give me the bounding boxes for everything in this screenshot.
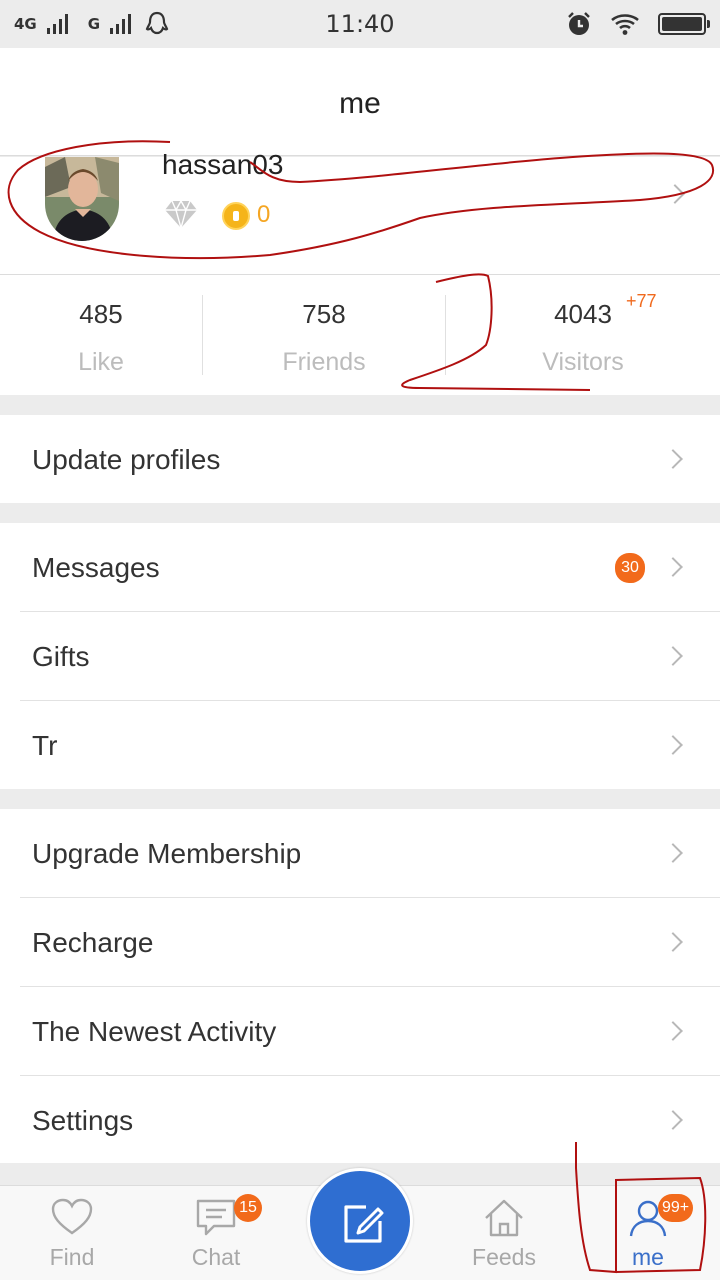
chat-badge: 15 xyxy=(234,1194,262,1222)
me-badge: 99+ xyxy=(658,1194,694,1222)
menu-item-upgrade-membership[interactable]: Upgrade Membership xyxy=(20,809,720,898)
compose-icon xyxy=(344,1205,384,1243)
profile-card[interactable]: hassan03 0 xyxy=(0,149,720,275)
page-header: me xyxy=(0,48,720,156)
menu-group-account: Upgrade Membership Recharge The Newest A… xyxy=(0,809,720,1163)
menu-item-gifts[interactable]: Gifts xyxy=(20,612,720,701)
compose-button[interactable] xyxy=(307,1168,413,1274)
menu-item-label: Update profiles xyxy=(32,444,221,475)
diamond-icon xyxy=(165,199,197,229)
chevron-right-icon xyxy=(663,932,683,952)
chat-icon xyxy=(196,1199,236,1236)
menu-item-label: Gifts xyxy=(32,641,90,672)
wifi-icon xyxy=(611,14,639,35)
home-icon xyxy=(485,1199,523,1237)
network-type-1: 4G xyxy=(14,15,37,33)
stat-value: 4043 xyxy=(554,299,612,329)
chevron-right-icon xyxy=(663,1021,683,1041)
qq-icon xyxy=(145,11,169,35)
network-type-2: G xyxy=(87,15,101,33)
coin-count: 0 xyxy=(257,201,271,228)
chevron-right-icon xyxy=(663,557,683,577)
tab-label: Find xyxy=(49,1244,95,1270)
chevron-right-icon xyxy=(663,646,683,666)
visitors-delta: +77 xyxy=(626,291,657,311)
stat-like[interactable]: 485 Like xyxy=(0,275,202,395)
menu-item-tr[interactable]: Tr xyxy=(20,701,720,790)
battery-icon xyxy=(658,13,710,35)
chevron-right-icon xyxy=(663,449,683,469)
signal-bars-icon xyxy=(110,14,132,34)
coin-icon xyxy=(222,202,250,230)
tab-label: me xyxy=(632,1244,664,1270)
menu-item-label: The Newest Activity xyxy=(32,1016,277,1047)
menu-item-newest-activity[interactable]: The Newest Activity xyxy=(20,987,720,1076)
alarm-icon xyxy=(568,12,590,35)
stat-value: 758 xyxy=(302,299,346,329)
menu-group-profile: Update profiles xyxy=(0,415,720,503)
signal-bars-icon xyxy=(46,14,68,34)
stats-row: 485 Like 758 Friends 4043 Visitors +77 xyxy=(0,275,720,395)
tab-me[interactable]: 99+ me xyxy=(598,1186,698,1280)
menu-item-recharge[interactable]: Recharge xyxy=(20,898,720,987)
heart-icon xyxy=(51,1198,93,1235)
menu-item-update-profiles[interactable]: Update profiles xyxy=(20,415,720,503)
username: hassan03 xyxy=(162,149,284,180)
status-bar-left: 4G G xyxy=(14,0,169,48)
stat-label: Like xyxy=(78,348,124,376)
stat-friends[interactable]: 758 Friends xyxy=(202,295,446,376)
tab-label: Chat xyxy=(191,1244,241,1270)
menu-item-settings[interactable]: Settings xyxy=(20,1076,720,1165)
menu-item-messages[interactable]: Messages 30 xyxy=(20,523,720,612)
chevron-right-icon xyxy=(663,1110,683,1130)
tab-find[interactable]: Find xyxy=(22,1186,122,1280)
menu-item-label: Upgrade Membership xyxy=(32,838,302,869)
chevron-right-icon xyxy=(663,843,683,863)
stat-visitors[interactable]: 4043 Visitors +77 xyxy=(446,275,720,395)
stat-label: Friends xyxy=(282,348,366,376)
menu-item-label: Messages xyxy=(32,552,160,583)
menu-item-label: Settings xyxy=(32,1105,134,1136)
stat-value: 485 xyxy=(79,299,123,329)
menu-item-label: Recharge xyxy=(32,927,154,958)
chevron-right-icon xyxy=(665,184,685,204)
messages-badge: 30 xyxy=(615,553,645,583)
menu-item-label: Tr xyxy=(32,730,58,761)
status-bar: 4G G 11:40 xyxy=(0,0,720,48)
stat-label: Visitors xyxy=(542,348,624,376)
chevron-right-icon xyxy=(663,735,683,755)
tab-feeds[interactable]: Feeds xyxy=(454,1186,554,1280)
avatar[interactable] xyxy=(45,157,119,241)
status-bar-right xyxy=(566,0,710,48)
menu-group-social: Messages 30 Gifts Tr xyxy=(0,523,720,789)
tab-chat[interactable]: 15 Chat xyxy=(166,1186,266,1280)
page-title: me xyxy=(339,87,381,120)
tab-label: Feeds xyxy=(472,1244,536,1270)
